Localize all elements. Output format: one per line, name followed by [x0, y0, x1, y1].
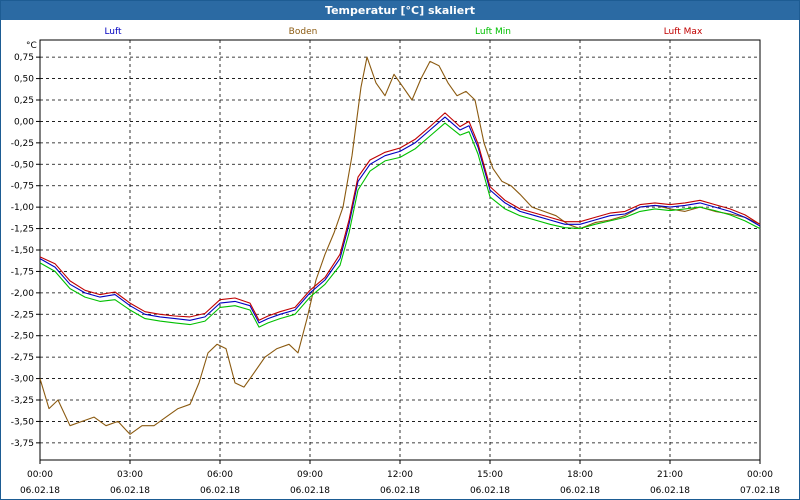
legend-entry-boden: Boden	[289, 27, 318, 37]
temperature-chart: 0,75 0,50 0,25 0,00 -0,25 -0,50 -0,75 -1,00 -1,2…	[11, 27, 781, 496]
y-tick-label: -1,50	[11, 246, 35, 256]
y-tick-label: -3,00	[11, 375, 35, 385]
x-tick-date-label: 07.02.18	[740, 486, 780, 496]
legend-entry-luft-max: Luft Max	[664, 27, 703, 37]
x-tick-date-label: 06.02.18	[560, 486, 600, 496]
x-tick-date-label: 06.02.18	[650, 486, 690, 496]
x-tick-date-label: 06.02.18	[290, 486, 330, 496]
y-tick-label: 0,25	[14, 96, 34, 106]
x-tick-date-label: 06.02.18	[20, 486, 60, 496]
y-tick-label: -1,75	[11, 267, 34, 277]
x-tick-time-label: 06:00	[207, 470, 233, 480]
x-tick-time-label: 21:00	[657, 470, 683, 480]
y-tick-label: -3,25	[11, 396, 34, 406]
y-tick-label: -2,00	[11, 289, 35, 299]
y-tick-label: -3,50	[11, 417, 35, 427]
y-tick-label: 0,75	[14, 53, 34, 63]
legend: Luft Boden Luft Min Luft Max	[104, 27, 703, 37]
legend-entry-luft-min: Luft Min	[475, 27, 511, 37]
x-axis-ticks: 00:00 06.02.18 03:00 06.02.18 06:00 06.02.18 0…	[20, 460, 780, 496]
x-tick-time-label: 12:00	[387, 470, 413, 480]
y-tick-label: 0,00	[14, 117, 34, 127]
x-tick-date-label: 06.02.18	[470, 486, 510, 496]
legend-entry-luft: Luft	[104, 27, 122, 37]
y-tick-label: -3,75	[11, 439, 34, 449]
y-tick-label: 0,50	[14, 75, 34, 85]
x-tick-time-label: 09:00	[297, 470, 323, 480]
x-tick-date-label: 06.02.18	[110, 486, 150, 496]
y-tick-label: -2,50	[11, 332, 35, 342]
x-tick-time-label: 00:00	[747, 470, 773, 480]
x-tick-time-label: 00:00	[27, 470, 53, 480]
y-tick-label: -1,00	[11, 203, 35, 213]
y-tick-label: -1,25	[11, 225, 34, 235]
y-tick-label: -0,75	[11, 182, 34, 192]
x-tick-date-label: 06.02.18	[200, 486, 240, 496]
y-axis-ticks: 0,75 0,50 0,25 0,00 -0,25 -0,50 -0,75 -1,00 -1,2…	[11, 53, 40, 449]
x-tick-time-label: 15:00	[477, 470, 503, 480]
y-tick-label: -2,25	[11, 310, 34, 320]
x-tick-date-label: 06.02.18	[380, 486, 420, 496]
y-tick-label: -2,75	[11, 353, 34, 363]
x-tick-time-label: 03:00	[117, 470, 143, 480]
y-tick-label: -0,25	[11, 139, 34, 149]
y-tick-label: -0,50	[11, 160, 35, 170]
y-axis-unit-label: °C	[26, 41, 37, 51]
x-tick-time-label: 18:00	[567, 470, 593, 480]
